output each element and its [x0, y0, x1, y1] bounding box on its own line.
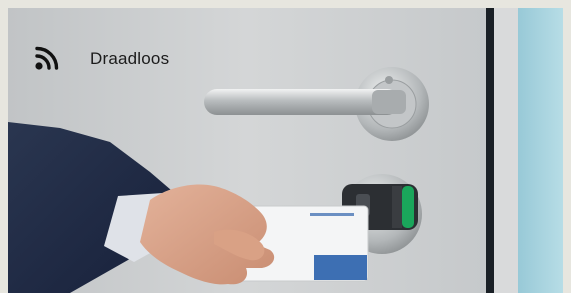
feature-label: Draadloos: [90, 49, 170, 68]
card-stripe: [314, 255, 367, 280]
door-edge: [486, 8, 494, 293]
photo-scene: Draadloos: [0, 0, 571, 293]
door-frame: [494, 8, 518, 293]
wall: [518, 8, 563, 293]
door-handle: [204, 89, 400, 115]
door-photo: [0, 0, 571, 293]
lock-led: [402, 186, 414, 228]
wireless-signal-icon: [34, 45, 60, 71]
